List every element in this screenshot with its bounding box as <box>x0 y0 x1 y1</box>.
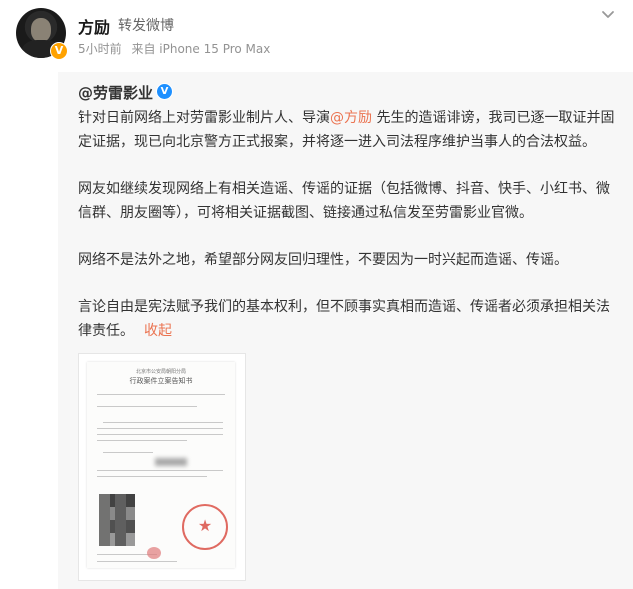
post-time[interactable]: 5小时前 <box>78 42 122 56</box>
document-line <box>97 428 223 429</box>
paragraph-1-text-a: 针对日前网络上对劳雷影业制片人、导演 <box>78 110 330 126</box>
document-line <box>103 452 153 453</box>
avatar-face <box>31 18 51 42</box>
repost-paragraph-2: 网友如继续发现网络上有相关造谣、传谣的证据（包括微博、抖音、快手、小红书、微信群… <box>78 181 610 221</box>
original-verified-badge-icon: V <box>156 83 173 100</box>
chevron-down-icon[interactable] <box>599 6 617 24</box>
post-action-label: 转发微博 <box>118 18 174 34</box>
repost-paragraph-4: 言论自由是宪法赋予我们的基本权利，但不顾事实真相而造谣、传谣者必须承担相关法律责… <box>78 295 618 343</box>
document-title: 行政案件立案告知书 <box>129 377 193 385</box>
document-line <box>97 470 223 471</box>
document-header: 北京市公安局朝阳分局 <box>135 369 186 375</box>
document-line <box>97 434 223 435</box>
document-line <box>97 476 207 477</box>
reposted-content: @劳雷影业 V 针对日前网络上对劳雷影业制片人、导演@方励 先生的造谣诽谤，我司… <box>58 72 633 589</box>
document-paper: 北京市公安局朝阳分局 行政案件立案告知书 ★ <box>87 362 235 568</box>
document-line <box>97 440 187 441</box>
document-line <box>97 561 177 562</box>
fingerprint-stamp <box>147 547 161 559</box>
attached-document-image[interactable]: 北京市公安局朝阳分局 行政案件立案告知书 ★ <box>78 353 246 581</box>
document-line <box>97 406 197 407</box>
verified-badge-icon: V <box>50 42 68 60</box>
pixelated-region <box>99 494 135 546</box>
document-line <box>103 422 223 423</box>
post-meta: 5小时前 来自 iPhone 15 Pro Max <box>78 40 276 57</box>
official-seal-icon: ★ <box>182 504 228 550</box>
author-name[interactable]: 方励 <box>78 14 110 38</box>
collapse-link[interactable]: 收起 <box>144 323 172 339</box>
post-source: 来自 iPhone 15 Pro Max <box>131 42 271 56</box>
weibo-post-card: V 方励 转发微博 5小时前 来自 iPhone 15 Pro Max @劳雷影… <box>0 0 633 589</box>
repost-paragraph-3: 网络不是法外之地，希望部分网友回归理性，不要因为一时兴起而造谣、传谣。 <box>78 252 568 268</box>
original-author-name[interactable]: @劳雷影业 <box>78 82 153 103</box>
mention-link[interactable]: @方励 <box>330 110 372 126</box>
blurred-name <box>155 458 187 466</box>
repost-paragraph-1: 针对日前网络上对劳雷影业制片人、导演@方励 先生的造谣诽谤，我司已逐一取证并固定… <box>78 106 618 154</box>
document-line <box>97 394 225 395</box>
